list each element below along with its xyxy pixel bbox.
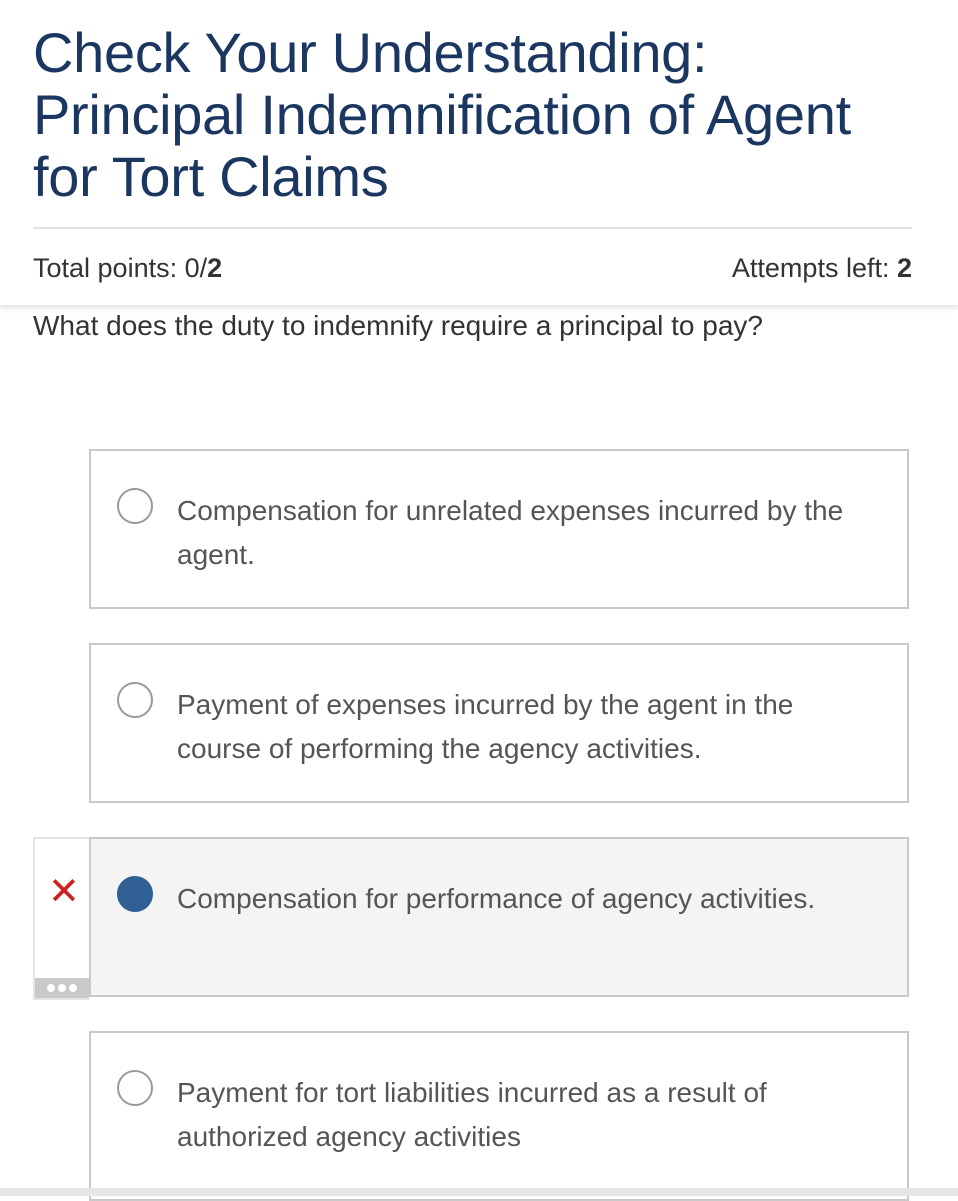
quiz-header: Check Your Understanding: Principal Inde… [0,0,958,305]
question-text: What does the duty to indemnify require … [33,310,763,341]
points-label: Total points: 0/ [33,253,208,283]
radio-button[interactable] [117,488,153,524]
choice-label: Compensation for performance of agency a… [177,883,816,914]
attempts-value: 2 [896,253,912,283]
bottom-edge [0,1188,958,1196]
points-total: 2 [207,253,223,283]
x-icon: ✕ [48,871,80,913]
page-title: Check Your Understanding: Principal Inde… [33,21,851,208]
more-options-button[interactable] [35,978,89,998]
attempts-left: Attempts left: 2 [732,253,912,284]
attempts-label: Attempts left: [731,253,897,283]
answer-choice-2[interactable]: Payment of expenses incurred by the agen… [89,643,909,803]
dot-icon [58,984,66,992]
answer-choice-4[interactable]: Payment for tort liabilities incurred as… [89,1031,909,1201]
choice-label: Payment for tort liabilities incurred as… [177,1077,767,1152]
dot-icon [47,984,55,992]
radio-button[interactable] [117,1070,153,1106]
dot-icon [69,984,77,992]
answer-feedback: ✕ [33,837,89,1000]
choice-label: Compensation for unrelated expenses incu… [177,495,844,570]
choice-label: Payment of expenses incurred by the agen… [177,689,794,764]
radio-button[interactable] [117,682,153,718]
radio-button-selected[interactable] [117,876,153,912]
total-points: Total points: 0/2 [33,253,222,284]
answer-choice-3[interactable]: Compensation for performance of agency a… [89,837,909,997]
answer-choice-1[interactable]: Compensation for unrelated expenses incu… [89,449,909,609]
header-divider [33,227,912,229]
